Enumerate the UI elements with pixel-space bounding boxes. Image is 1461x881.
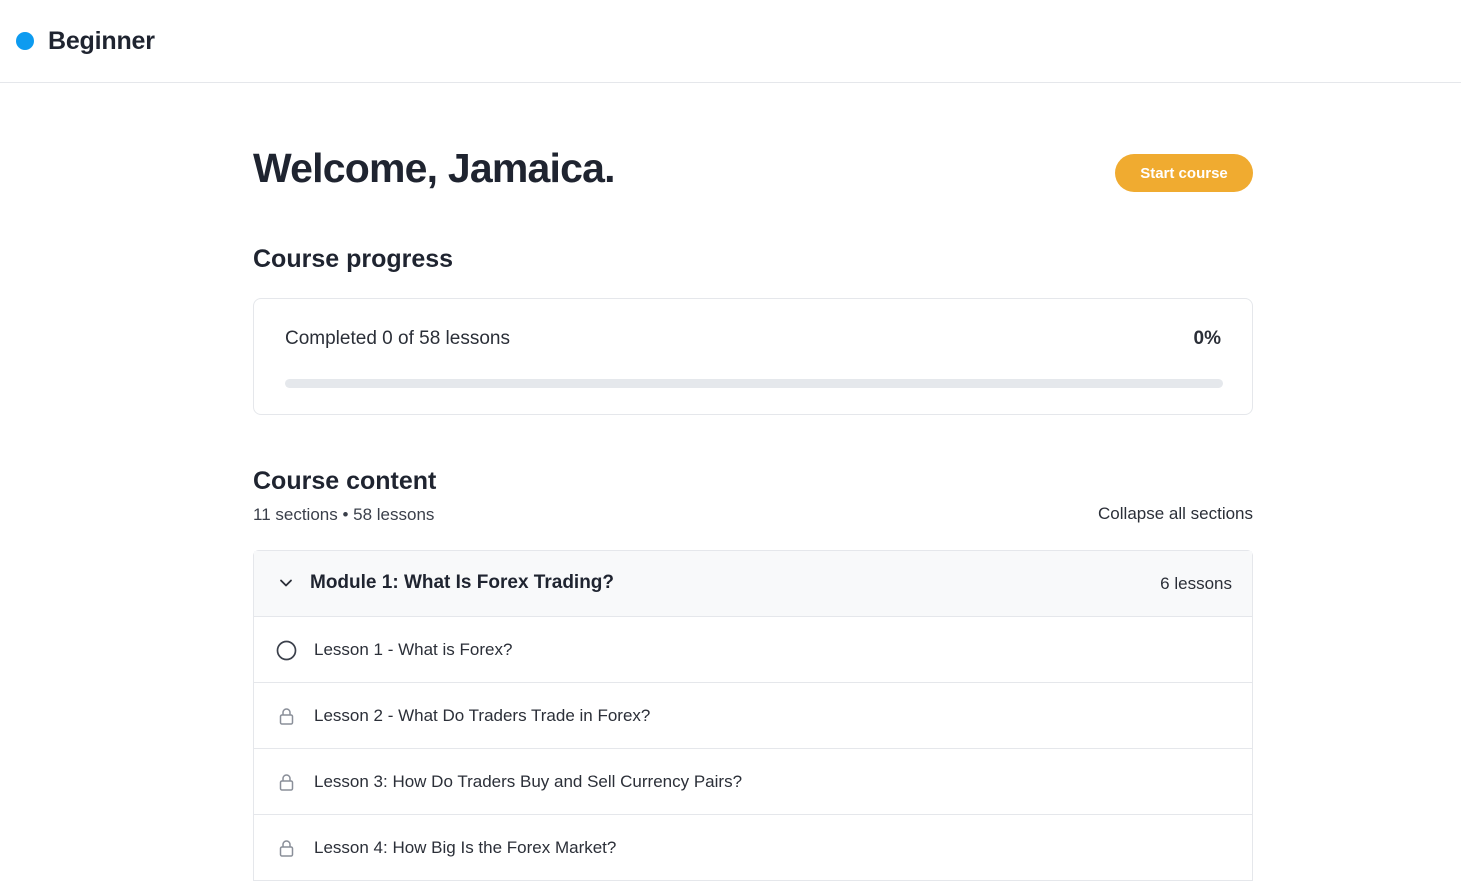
circle-icon: [276, 640, 297, 661]
start-course-button[interactable]: Start course: [1115, 154, 1253, 192]
lesson-row[interactable]: Lesson 2 - What Do Traders Trade in Fore…: [254, 683, 1252, 749]
collapse-all-sections-link[interactable]: Collapse all sections: [1098, 504, 1253, 524]
lesson-label: Lesson 2 - What Do Traders Trade in Fore…: [314, 706, 651, 725]
lesson-row[interactable]: Lesson 4: How Big Is the Forex Market?: [254, 815, 1252, 881]
lesson-label: Lesson 3: How Do Traders Buy and Sell Cu…: [314, 772, 743, 791]
module-lesson-count: 6 lessons: [1160, 574, 1232, 593]
lock-icon: [279, 840, 294, 857]
course-content-meta: 11 sections • 58 lessons: [253, 505, 435, 524]
progress-summary: Completed 0 of 58 lessons: [285, 328, 510, 349]
lock-icon: [279, 708, 294, 725]
course-content-title: Course content: [253, 467, 437, 495]
module-title: Module 1: What Is Forex Trading?: [310, 572, 615, 593]
lesson-row[interactable]: Lesson 1 - What is Forex?: [254, 617, 1252, 683]
chevron-down-icon: [280, 579, 292, 587]
progress-card: Completed 0 of 58 lessons 0%: [253, 298, 1253, 415]
lesson-label: Lesson 4: How Big Is the Forex Market?: [314, 838, 617, 857]
module-header[interactable]: Module 1: What Is Forex Trading? 6 lesso…: [254, 551, 1252, 617]
welcome-row: Welcome, Jamaica. Start course: [253, 83, 1253, 223]
status-dot-icon: [16, 32, 34, 50]
progress-bar: [285, 379, 1223, 388]
welcome-heading: Welcome, Jamaica.: [253, 145, 615, 191]
course-progress-title: Course progress: [253, 245, 454, 273]
progress-percent: 0%: [1193, 328, 1221, 349]
top-bar: Beginner: [0, 0, 1461, 83]
lesson-label: Lesson 1 - What is Forex?: [314, 640, 513, 659]
main-content: Welcome, Jamaica. Start course Course pr…: [253, 83, 1253, 881]
lock-icon: [279, 774, 294, 791]
lesson-row[interactable]: Lesson 3: How Do Traders Buy and Sell Cu…: [254, 749, 1252, 815]
course-level-title: Beginner: [48, 26, 155, 55]
module-section: Module 1: What Is Forex Trading? 6 lesso…: [253, 550, 1253, 881]
